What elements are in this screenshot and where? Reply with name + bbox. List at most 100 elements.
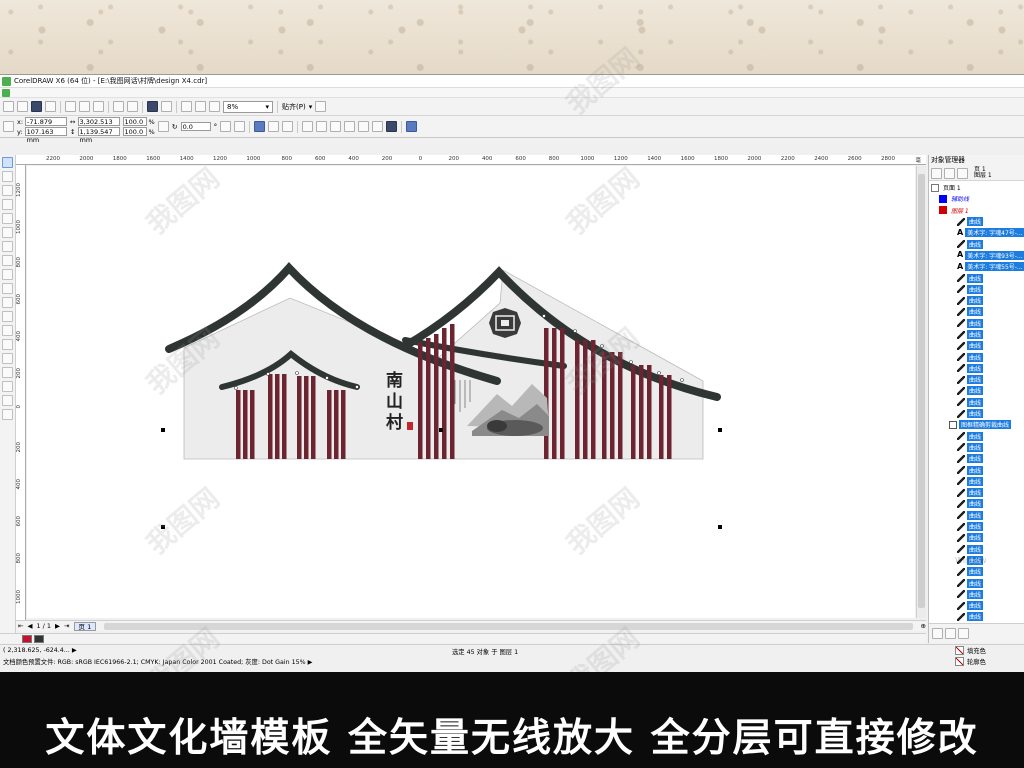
- polygon-tool-icon[interactable]: [2, 269, 13, 280]
- redo-icon[interactable]: [127, 101, 138, 112]
- object-tree-item[interactable]: 曲线: [929, 272, 1024, 283]
- color-profile-info[interactable]: 文档颜色预置文件: RGB: sRGB IEC61966-2.1; CMYK: …: [3, 657, 312, 666]
- object-tree-item[interactable]: 曲线: [929, 238, 1024, 249]
- rectangle-tool-icon[interactable]: [2, 241, 13, 252]
- color-swatch-dark[interactable]: [34, 634, 44, 643]
- wall-stripe[interactable]: [442, 328, 447, 459]
- app-menu-icon[interactable]: [2, 88, 10, 97]
- wall-stripe[interactable]: [243, 390, 248, 459]
- wall-stripe[interactable]: [434, 334, 439, 459]
- artwork-title[interactable]: 南山村: [382, 370, 403, 434]
- object-tree-item[interactable]: 曲线: [929, 442, 1024, 453]
- first-page-icon[interactable]: ⇤: [18, 622, 23, 630]
- print-icon[interactable]: [45, 101, 56, 112]
- wall-stripe[interactable]: [618, 352, 623, 459]
- wall-stripe[interactable]: [591, 340, 596, 459]
- object-tree-item[interactable]: 曲线: [929, 340, 1024, 351]
- fill-tool-icon[interactable]: [2, 395, 13, 406]
- open-icon[interactable]: [17, 101, 28, 112]
- object-tree-item[interactable]: 曲线: [929, 611, 1024, 622]
- wall-stripe[interactable]: [268, 374, 273, 459]
- lock-ratio-icon[interactable]: [157, 121, 169, 132]
- welcome-screen-icon[interactable]: [209, 101, 220, 112]
- object-tree-item[interactable]: 曲线: [929, 600, 1024, 611]
- eyedropper-tool-icon[interactable]: [2, 367, 13, 378]
- vertical-scroll-thumb[interactable]: [918, 174, 925, 608]
- wall-stripe[interactable]: [250, 390, 255, 459]
- mirror-horizontal-icon[interactable]: [220, 121, 232, 132]
- pick-tool-icon[interactable]: [2, 157, 13, 168]
- wall-stripe[interactable]: [418, 342, 423, 459]
- wall-stripe[interactable]: [282, 374, 287, 459]
- color-swatch-red[interactable]: [22, 634, 32, 643]
- object-tree-item[interactable]: 曲线: [929, 385, 1024, 396]
- wall-stripe[interactable]: [659, 375, 664, 459]
- trim-icon[interactable]: [316, 121, 328, 132]
- paste-icon[interactable]: [93, 101, 104, 112]
- horizontal-ruler[interactable]: 2200 2000 1800 1600 1400 1200 1000 800 600 400 200…: [16, 155, 926, 165]
- wall-stripe[interactable]: [631, 365, 636, 459]
- object-tree-item[interactable]: 曲线: [929, 577, 1024, 588]
- vertical-scrollbar[interactable]: [916, 166, 926, 618]
- options-icon[interactable]: [315, 101, 327, 112]
- object-tree-item[interactable]: 曲线: [929, 216, 1024, 227]
- object-tree-item[interactable]: 曲线: [929, 521, 1024, 532]
- wall-stripe[interactable]: [275, 374, 280, 459]
- wall-stripe[interactable]: [426, 338, 431, 459]
- object-tree-item[interactable]: 图层 1: [929, 205, 1024, 216]
- prev-page-icon[interactable]: ◀: [27, 622, 32, 630]
- simplify-icon[interactable]: [344, 121, 356, 132]
- app-launcher-icon[interactable]: [195, 101, 206, 112]
- group-icon[interactable]: [254, 121, 266, 132]
- wall-stripe[interactable]: [583, 340, 588, 459]
- object-tree-item[interactable]: 曲线: [929, 566, 1024, 577]
- y-position-field[interactable]: 107.163 mm: [24, 127, 67, 144]
- edit-across-layers-icon[interactable]: [957, 167, 968, 179]
- no-outline-icon[interactable]: [955, 657, 964, 666]
- wall-stripe[interactable]: [311, 376, 316, 459]
- object-tree-item[interactable]: 曲线: [929, 408, 1024, 419]
- outline-tool-icon[interactable]: [2, 381, 13, 392]
- x-position-field[interactable]: -71.879 mm: [25, 117, 68, 134]
- object-origin-icon[interactable]: [3, 121, 14, 132]
- copy-icon[interactable]: [79, 101, 90, 112]
- text-tool-icon[interactable]: [2, 297, 13, 308]
- delete-icon[interactable]: [958, 628, 969, 639]
- object-tree-item[interactable]: 曲线: [929, 544, 1024, 555]
- object-tree-item[interactable]: 页面 1: [929, 182, 1024, 193]
- zoom-select[interactable]: 8% ▾: [223, 100, 273, 113]
- wall-stripe[interactable]: [327, 390, 332, 459]
- wall-stripe[interactable]: [544, 328, 549, 459]
- show-properties-icon[interactable]: [931, 167, 942, 179]
- vertical-ruler[interactable]: 1200100080060040020002004006008001000120…: [16, 165, 26, 631]
- undo-icon[interactable]: [113, 101, 124, 112]
- object-tree-item[interactable]: 曲线: [929, 351, 1024, 362]
- ungroup-icon[interactable]: [268, 121, 280, 132]
- crop-tool-icon[interactable]: [2, 185, 13, 196]
- scale-width-field[interactable]: 100.0: [122, 117, 147, 126]
- object-tree-item[interactable]: 曲线: [929, 431, 1024, 442]
- layer-manager-view-icon[interactable]: [944, 167, 955, 179]
- chevron-down-icon[interactable]: ▾: [309, 103, 313, 111]
- new-layer-icon[interactable]: [932, 628, 943, 639]
- new-icon[interactable]: [3, 101, 14, 112]
- horizontal-scrollbar[interactable]: [104, 622, 913, 630]
- intersect-icon[interactable]: [330, 121, 342, 132]
- wall-stripe[interactable]: [667, 375, 672, 459]
- wall-stripe[interactable]: [560, 328, 565, 459]
- weld-icon[interactable]: [302, 121, 314, 132]
- wall-stripe[interactable]: [647, 365, 652, 459]
- object-tree-item[interactable]: 曲线: [929, 306, 1024, 317]
- object-tree-item[interactable]: 曲线: [929, 498, 1024, 509]
- save-icon[interactable]: [31, 101, 42, 112]
- export-icon[interactable]: [161, 101, 172, 112]
- wall-stripe[interactable]: [334, 390, 339, 459]
- wall-stripe[interactable]: [602, 352, 607, 459]
- zoom-page-icon[interactable]: ⊕: [921, 622, 926, 630]
- object-tree-item[interactable]: 曲线: [929, 476, 1024, 487]
- object-tree-item[interactable]: 曲线: [929, 532, 1024, 543]
- object-tree-item[interactable]: A 美术字: 字魂47号-...: [929, 227, 1024, 238]
- object-tree-item[interactable]: 曲线: [929, 464, 1024, 475]
- object-tree-item[interactable]: 曲线: [929, 374, 1024, 385]
- wall-stripe[interactable]: [304, 376, 309, 459]
